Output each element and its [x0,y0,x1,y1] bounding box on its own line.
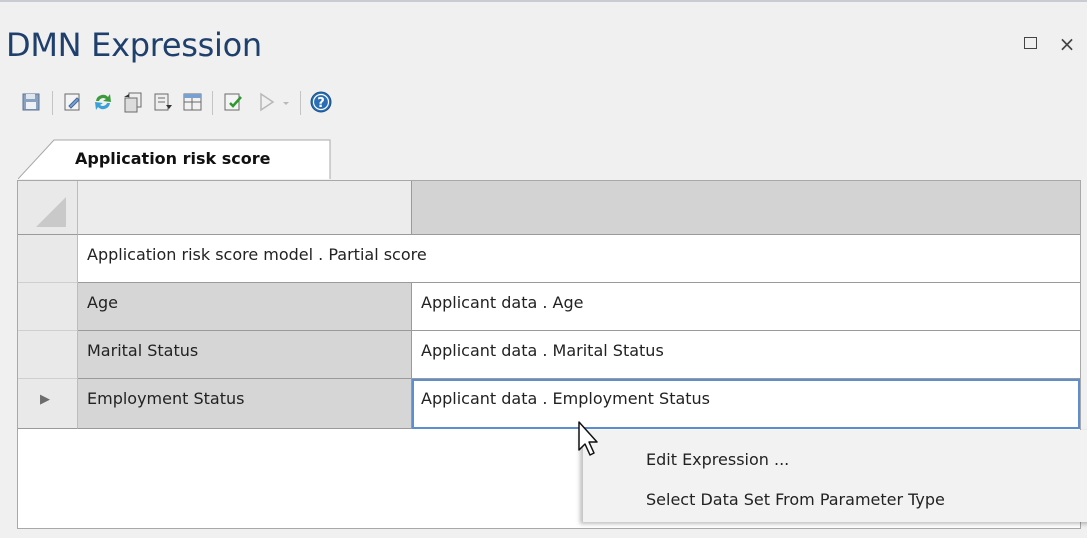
help-icon[interactable]: ? [308,89,334,115]
edit-icon[interactable] [60,89,86,115]
copy-icon[interactable] [120,89,146,115]
tab-label: Application risk score [75,149,271,168]
maximize-button[interactable] [1020,34,1040,54]
toolbar-separator [300,91,301,115]
toolbar: ? [18,89,498,119]
run-icon[interactable] [254,89,280,115]
close-button[interactable]: × [1057,32,1077,56]
validate-icon[interactable] [220,89,246,115]
column-header-expression[interactable] [412,181,1080,235]
refresh-icon[interactable] [90,89,116,115]
load-icon[interactable] [150,89,176,115]
table-row-name[interactable]: Age [78,283,412,331]
table-icon[interactable] [180,89,206,115]
row-header-current[interactable]: ▶ [18,379,78,429]
tab-application-risk-score[interactable]: Application risk score [18,139,331,179]
window-title: DMN Expression [6,26,262,64]
save-icon[interactable] [18,89,44,115]
menu-item-select-data-set[interactable]: Select Data Set From Parameter Type [646,490,945,509]
table-row-expression[interactable]: Applicant data . Marital Status [412,331,1080,379]
table-row-name[interactable]: Employment Status [78,379,412,429]
window-top-border [0,0,1087,2]
context-menu: Edit Expression ... Select Data Set From… [582,430,1087,522]
context-title-cell[interactable]: Application risk score model . Partial s… [78,235,1080,283]
grid-corner-cell[interactable] [18,181,78,235]
current-row-arrow-icon: ▶ [40,392,50,407]
table-row-name[interactable]: Marital Status [78,331,412,379]
table-row-expression[interactable]: Applicant data . Age [412,283,1080,331]
maximize-icon [1023,37,1037,49]
toolbar-separator [212,91,213,115]
menu-item-edit-expression[interactable]: Edit Expression ... [646,450,789,469]
dropdown-icon[interactable] [278,89,294,115]
table-row-expression-selected[interactable]: Applicant data . Employment Status [412,379,1080,429]
mouse-cursor-icon [576,420,602,464]
toolbar-separator [52,91,53,115]
row-header[interactable] [18,331,78,379]
row-header[interactable] [18,235,78,283]
svg-text:?: ? [317,96,325,111]
column-header-name[interactable] [78,181,412,235]
row-header[interactable] [18,283,78,331]
